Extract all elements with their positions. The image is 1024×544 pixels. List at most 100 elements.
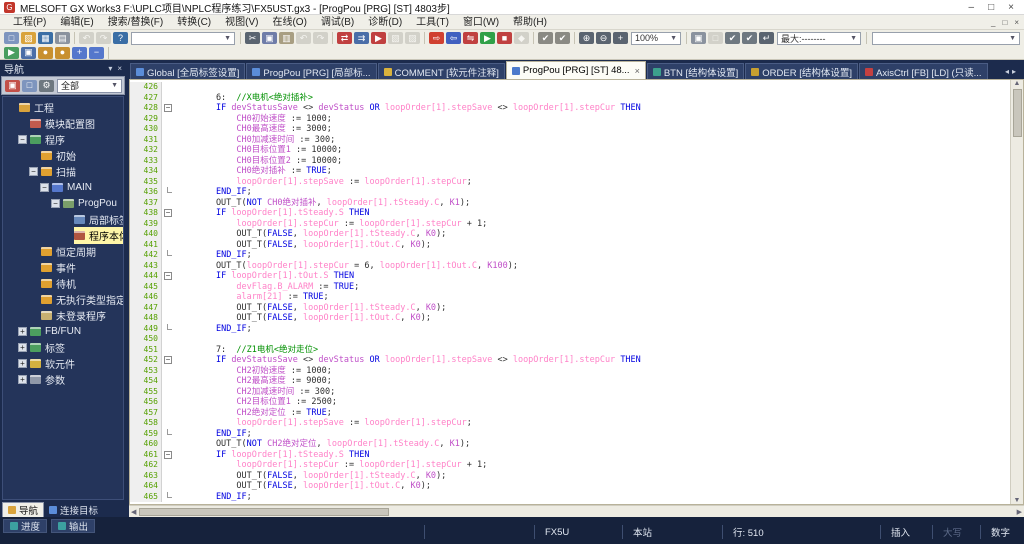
code-line[interactable]: 427 6: //X电机<绝对插补> xyxy=(130,92,1010,103)
code-line[interactable]: 457 CH2绝对定位 := TRUE; xyxy=(130,407,1010,418)
insert-row-icon[interactable]: + xyxy=(72,46,87,59)
sidebar-item-unregistered-program[interactable]: −未登录程序 xyxy=(3,307,123,323)
screenshot-icon[interactable]: ▣ xyxy=(691,32,706,44)
code-line[interactable]: 437 OUT_T(NOT CH0绝对插补, loopOrder[1].tSte… xyxy=(130,197,1010,208)
nav-tab-navigation[interactable]: 导航 xyxy=(2,502,45,517)
monitor-start-icon[interactable]: ▶ xyxy=(480,32,495,44)
display-target-combo-dropdown-icon[interactable]: ▼ xyxy=(847,35,857,42)
sidebar-item-no-execution-type[interactable]: −无执行类型指定 xyxy=(3,291,123,307)
code-line[interactable]: 459 END_IF; xyxy=(130,428,1010,439)
watch-window-icon[interactable]: ● xyxy=(38,46,53,59)
mdi-restore-button[interactable]: □ xyxy=(1002,18,1007,27)
maximize-button[interactable]: □ xyxy=(988,1,994,14)
output-panel-button[interactable]: 输出 xyxy=(51,519,96,533)
comment-display-combo[interactable]: ▼ xyxy=(872,31,1020,45)
expand-icon[interactable]: + xyxy=(18,326,27,336)
code-line[interactable]: 435 loopOrder[1].stepSave := loopOrder[1… xyxy=(130,176,1010,187)
fold-collapse-icon[interactable]: − xyxy=(164,450,172,459)
mdi-minimize-button[interactable]: _ xyxy=(991,18,995,27)
cut-icon[interactable]: ✂ xyxy=(245,32,260,44)
tab-close-icon[interactable]: × xyxy=(635,66,640,76)
menu-item-6[interactable]: 调试(B) xyxy=(314,15,361,30)
horizontal-scroll-thumb[interactable] xyxy=(139,507,390,516)
collapse-icon[interactable]: − xyxy=(51,198,60,208)
fold-collapse-icon[interactable]: − xyxy=(164,356,172,364)
zoom-level-combo-dropdown-icon[interactable]: ▼ xyxy=(667,35,677,42)
tree-filter-dropdown-icon[interactable]: ▼ xyxy=(111,82,118,89)
code-line[interactable]: 439 loopOrder[1].stepCur := loopOrder[1]… xyxy=(130,218,1010,229)
enter-key-icon[interactable]: ↵ xyxy=(759,32,774,44)
pin-icon[interactable]: ▾ xyxy=(108,64,112,73)
code-line[interactable]: 433 CH0目标位置2 := 10000; xyxy=(130,155,1010,166)
code-line[interactable]: 455 CH2加减速时间 := 300; xyxy=(130,386,1010,397)
code-line[interactable]: 434 CH0绝对插补 := TRUE; xyxy=(130,166,1010,177)
mdi-close-button[interactable]: × xyxy=(1014,18,1019,27)
collapse-icon[interactable]: − xyxy=(40,182,49,192)
menu-item-3[interactable]: 转换(C) xyxy=(170,15,218,30)
tab-progpou-st[interactable]: ProgPou [PRG] [ST] 48... × xyxy=(505,61,646,79)
code-line[interactable]: 463 OUT_T(FALSE, loopOrder[1].tSteady.C,… xyxy=(130,470,1010,481)
comment-display-icon[interactable]: ● xyxy=(55,46,70,59)
code-line[interactable]: 441 OUT_T(FALSE, loopOrder[1].tOut.C, K0… xyxy=(130,239,1010,250)
expand-icon[interactable]: + xyxy=(18,374,27,384)
open-project-icon[interactable]: ▧ xyxy=(21,32,36,44)
sidebar-item-program-folder[interactable]: − 程序 xyxy=(3,131,123,147)
sidebar-item-program-body[interactable]: −程序本体 xyxy=(3,226,123,244)
code-line[interactable]: 461− IF loopOrder[1].tSteady.S THEN xyxy=(130,449,1010,460)
code-line[interactable]: 462 loopOrder[1].stepCur := loopOrder[1]… xyxy=(130,460,1010,471)
vertical-scrollbar[interactable]: ▲ ▼ xyxy=(1010,80,1023,504)
sidebar-item-scan-program[interactable]: − 扫描 xyxy=(3,163,123,179)
minimize-button[interactable]: – xyxy=(969,1,975,14)
tab-btn-structure[interactable]: BTN [结构体设置] xyxy=(646,63,745,79)
confirm-check-icon[interactable]: ✔ xyxy=(725,32,740,44)
menu-item-10[interactable]: 帮助(H) xyxy=(506,15,554,30)
fold-collapse-icon[interactable]: − xyxy=(164,104,172,112)
code-line[interactable]: 440 OUT_T(FALSE, loopOrder[1].tSteady.C,… xyxy=(130,229,1010,240)
zoom-fit-icon[interactable]: + xyxy=(613,32,628,44)
code-line[interactable]: 447 OUT_T(FALSE, loopOrder[1].tSteady.C,… xyxy=(130,302,1010,313)
help-icon[interactable]: ? xyxy=(113,32,128,44)
code-line[interactable]: 443 OUT_T(loopOrder[1].stepCur = 6, loop… xyxy=(130,260,1010,271)
sidebar-item-parameter[interactable]: + 参数 xyxy=(3,371,123,387)
monitor-stop-icon[interactable]: ■ xyxy=(497,32,512,44)
confirm-check-2-icon[interactable]: ✔ xyxy=(742,32,757,44)
sidebar-item-initial-program[interactable]: −初始 xyxy=(3,147,123,163)
code-line[interactable]: 448 OUT_T(FALSE, loopOrder[1].tOut.C, K0… xyxy=(130,313,1010,324)
menu-item-0[interactable]: 工程(P) xyxy=(6,15,53,30)
code-line[interactable]: 451 7: //Z1电机<绝对走位> xyxy=(130,344,1010,355)
read-from-plc-icon[interactable]: ⇦ xyxy=(446,32,461,44)
code-line[interactable]: 449 END_IF; xyxy=(130,323,1010,334)
code-line[interactable]: 432 CH0目标位置1 := 10000; xyxy=(130,145,1010,156)
code-line[interactable]: 442 END_IF; xyxy=(130,250,1010,261)
sidebar-item-standby[interactable]: −待机 xyxy=(3,275,123,291)
convert-all-icon[interactable]: ⇉ xyxy=(354,32,369,44)
sidebar-item-local-label[interactable]: −局部标签 xyxy=(3,211,123,227)
collapse-all-icon[interactable]: □ xyxy=(22,79,37,92)
code-line[interactable]: 456 CH2目标位置1 := 2500; xyxy=(130,397,1010,408)
device-monitor-icon[interactable]: ▣ xyxy=(21,46,36,59)
sidebar-item-device[interactable]: + 软元件 xyxy=(3,355,123,371)
tab-axisctrl[interactable]: AxisCtrl [FB] [LD] (只读... xyxy=(859,63,988,79)
fold-collapse-icon[interactable]: − xyxy=(164,209,172,217)
expand-icon[interactable]: + xyxy=(18,358,27,368)
horizontal-scrollbar[interactable]: ◀ ▶ xyxy=(129,505,1024,517)
keyword-search-combo[interactable]: ▼ xyxy=(131,31,235,45)
code-line[interactable]: 428− IF devStatusSave <> devStatus OR lo… xyxy=(130,103,1010,114)
scroll-down-icon[interactable]: ▼ xyxy=(1014,497,1021,504)
menu-item-1[interactable]: 编辑(E) xyxy=(53,15,100,30)
zoom-level-combo[interactable]: 100% ▼ xyxy=(631,31,681,45)
menu-item-5[interactable]: 在线(O) xyxy=(265,15,313,30)
code-line[interactable]: 426 xyxy=(130,82,1010,93)
delete-row-icon[interactable]: − xyxy=(89,46,104,59)
tab-scroll-arrows[interactable]: ◂▸ xyxy=(1005,67,1024,79)
close-button[interactable]: × xyxy=(1008,1,1014,14)
select-mode-icon[interactable]: ▶ xyxy=(4,46,19,59)
tree-filter-combo[interactable]: 全部 ▼ xyxy=(57,78,122,93)
sidebar-item-label[interactable]: + 标签 xyxy=(3,339,123,355)
tab-order-structure[interactable]: ORDER [结构体设置] xyxy=(745,63,858,79)
fold-collapse-icon[interactable]: − xyxy=(164,272,172,280)
settings-gear-icon[interactable]: ⚙ xyxy=(39,79,54,92)
menu-item-9[interactable]: 窗口(W) xyxy=(456,15,506,30)
save-project-icon[interactable]: ▦ xyxy=(38,32,53,44)
expand-icon[interactable]: + xyxy=(18,342,27,352)
